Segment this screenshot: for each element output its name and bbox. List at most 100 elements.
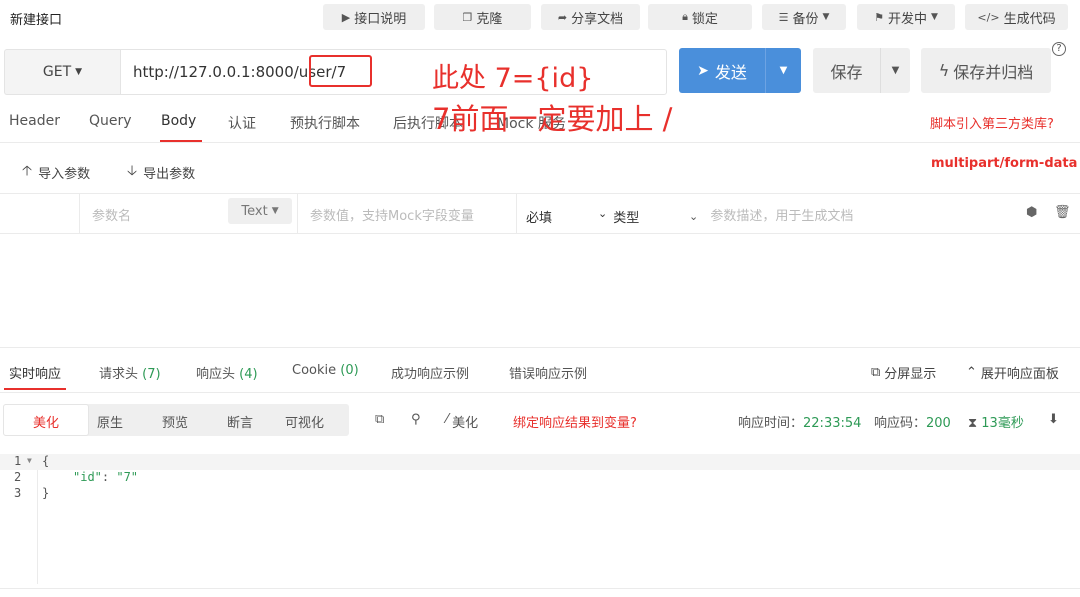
code-text: } — [42, 486, 50, 500]
resp-headers-count: (4) — [239, 367, 258, 382]
send-button[interactable]: ➤ 发送 ▼ — [679, 48, 801, 93]
tab-body[interactable]: Body — [161, 113, 196, 129]
param-type-label: Text — [241, 203, 268, 219]
cookie-label: Cookie — [292, 363, 337, 378]
send-label: 发送 — [714, 62, 747, 82]
annotation-note-1: 此处 7={id} — [432, 63, 594, 94]
save-archive-label: 保存并归档 — [953, 62, 1034, 82]
beautify-tool-label: 美化 — [452, 416, 479, 431]
arrow-up-icon: 🡡 — [22, 163, 33, 179]
cube-icon[interactable]: ⬢ — [1026, 205, 1037, 220]
response-code: 响应码：200 — [874, 412, 951, 431]
param-type-select[interactable]: Text ▼ — [228, 198, 292, 224]
page-title: 新建接口 — [10, 13, 63, 28]
response-duration: ⧗ 13毫秒 — [968, 412, 1024, 431]
active-response-tab-indicator — [4, 388, 66, 390]
clone-button[interactable]: ❐ 克隆 — [434, 4, 531, 30]
status-dropdown[interactable]: ⚑ 开发中 ▼ — [857, 4, 955, 30]
param-desc-input[interactable]: ⌄ 参数描述，用于生成文档 — [689, 205, 853, 224]
trash-icon[interactable]: 🗑︎ — [1054, 205, 1071, 220]
database-icon: ☰ — [778, 10, 789, 24]
line-number: 1 — [14, 454, 22, 468]
param-kind-select[interactable]: ⌄ 类型 — [598, 207, 639, 226]
lock-label: 锁定 — [691, 11, 718, 27]
response-code-value: 200 — [926, 416, 951, 431]
split-view-button[interactable]: ⧉ 分屏显示 — [871, 363, 936, 382]
param-value-input[interactable]: 参数值，支持Mock字段变量 — [310, 205, 474, 224]
expand-panel-button[interactable]: ⌃ 展开响应面板 — [966, 363, 1059, 382]
annotation-highlight-box — [309, 55, 372, 87]
bind-result-link[interactable]: 绑定响应结果到变量? — [513, 412, 637, 431]
clone-icon: ❐ — [462, 10, 473, 24]
tab-header[interactable]: Header — [9, 113, 60, 129]
save-dropdown-caret[interactable]: ▼ — [881, 65, 910, 76]
expand-panel-label: 展开响应面板 — [980, 367, 1059, 382]
share-doc-button[interactable]: ➦ 分享文档 — [541, 4, 640, 30]
tab-success-example[interactable]: 成功响应示例 — [391, 363, 469, 382]
caret-down-icon: ▼ — [822, 12, 830, 22]
tab-auth[interactable]: 认证 — [228, 113, 256, 133]
tab-pre-script[interactable]: 预执行脚本 — [290, 113, 360, 133]
generate-code-button[interactable]: </> 生成代码 — [965, 4, 1068, 30]
tab-query[interactable]: Query — [89, 113, 132, 129]
share-icon: ➦ — [557, 10, 568, 24]
split-view-label: 分屏显示 — [884, 367, 937, 382]
tab-cookie[interactable]: Cookie (0) — [292, 363, 359, 378]
lock-icon: 🔒︎ — [682, 10, 688, 23]
lightning-icon: ϟ — [938, 61, 950, 80]
hourglass-icon: ⧗ — [968, 416, 978, 431]
import-params-button[interactable]: 🡡 导入参数 — [22, 160, 90, 184]
format-visualize[interactable]: 可视化 — [285, 412, 324, 431]
resp-headers-label: 响应头 — [196, 367, 236, 382]
code-text: "id": "7" — [73, 470, 138, 484]
export-params-button[interactable]: 🡣 导出参数 — [127, 160, 195, 184]
chevron-up-icon: ⌃ — [966, 365, 977, 380]
line-number: 3 — [14, 486, 22, 500]
req-headers-label: 请求头 — [99, 367, 139, 382]
response-code-label: 响应码： — [874, 416, 927, 431]
generate-code-label: 生成代码 — [1003, 11, 1056, 27]
help-icon[interactable]: ? — [1052, 42, 1066, 56]
format-raw[interactable]: 原生 — [97, 412, 123, 431]
method-select[interactable]: GET ▼ — [4, 49, 120, 95]
format-assert[interactable]: 断言 — [227, 412, 253, 431]
fold-caret-icon[interactable]: ▼ — [27, 456, 32, 465]
play-icon: ▶ — [341, 10, 351, 24]
save-button[interactable]: 保存 ▼ — [813, 48, 910, 93]
backup-dropdown[interactable]: ☰ 备份 ▼ — [762, 4, 846, 30]
api-doc-button[interactable]: ▶ 接口说明 — [323, 4, 425, 30]
code-text: { — [42, 454, 50, 468]
tab-response-headers[interactable]: 响应头 (4) — [196, 363, 258, 382]
download-icon[interactable]: ⬇ — [1048, 412, 1059, 427]
divider — [0, 233, 1080, 234]
json-colon: : — [101, 470, 117, 484]
tab-realtime-response[interactable]: 实时响应 — [9, 363, 61, 382]
send-main[interactable]: ➤ 发送 — [679, 59, 765, 83]
status-label: 开发中 — [887, 11, 927, 27]
tab-request-headers[interactable]: 请求头 (7) — [99, 363, 161, 382]
search-icon[interactable]: ⚲ — [411, 412, 421, 427]
import-params-label: 导入参数 — [38, 166, 91, 182]
script-library-link[interactable]: 脚本引入第三方类库? — [930, 113, 1054, 132]
beautify-tool-button[interactable]: ⁄ 美化 — [446, 412, 478, 431]
save-archive-button[interactable]: ϟ 保存并归档 — [921, 48, 1051, 93]
format-preview[interactable]: 预览 — [162, 412, 188, 431]
content-type-label: multipart/form-data — [931, 156, 1078, 171]
gutter-line — [37, 454, 38, 584]
format-beautify[interactable]: 美化 — [33, 412, 59, 431]
send-dropdown-caret[interactable]: ▼ — [766, 65, 801, 76]
lock-button[interactable]: 🔒︎ 锁定 — [648, 4, 752, 30]
clone-label: 克隆 — [476, 11, 503, 27]
json-key: "id" — [73, 470, 102, 484]
json-value: "7" — [116, 470, 139, 484]
annotation-note-2: 7前面一定要加上 / — [432, 102, 673, 136]
param-name-input[interactable]: 参数名 — [92, 205, 131, 224]
copy-icon[interactable]: ⧉ — [375, 412, 384, 427]
content-type-select[interactable]: multipart/form-data ▼ — [931, 156, 1080, 171]
tab-error-example[interactable]: 错误响应示例 — [509, 363, 587, 382]
cookie-count: (0) — [340, 363, 359, 378]
cell-divider — [516, 193, 517, 233]
required-select[interactable]: 必填 — [526, 207, 552, 226]
param-desc-placeholder: 参数描述，用于生成文档 — [710, 209, 854, 224]
line-number: 2 — [14, 470, 22, 484]
